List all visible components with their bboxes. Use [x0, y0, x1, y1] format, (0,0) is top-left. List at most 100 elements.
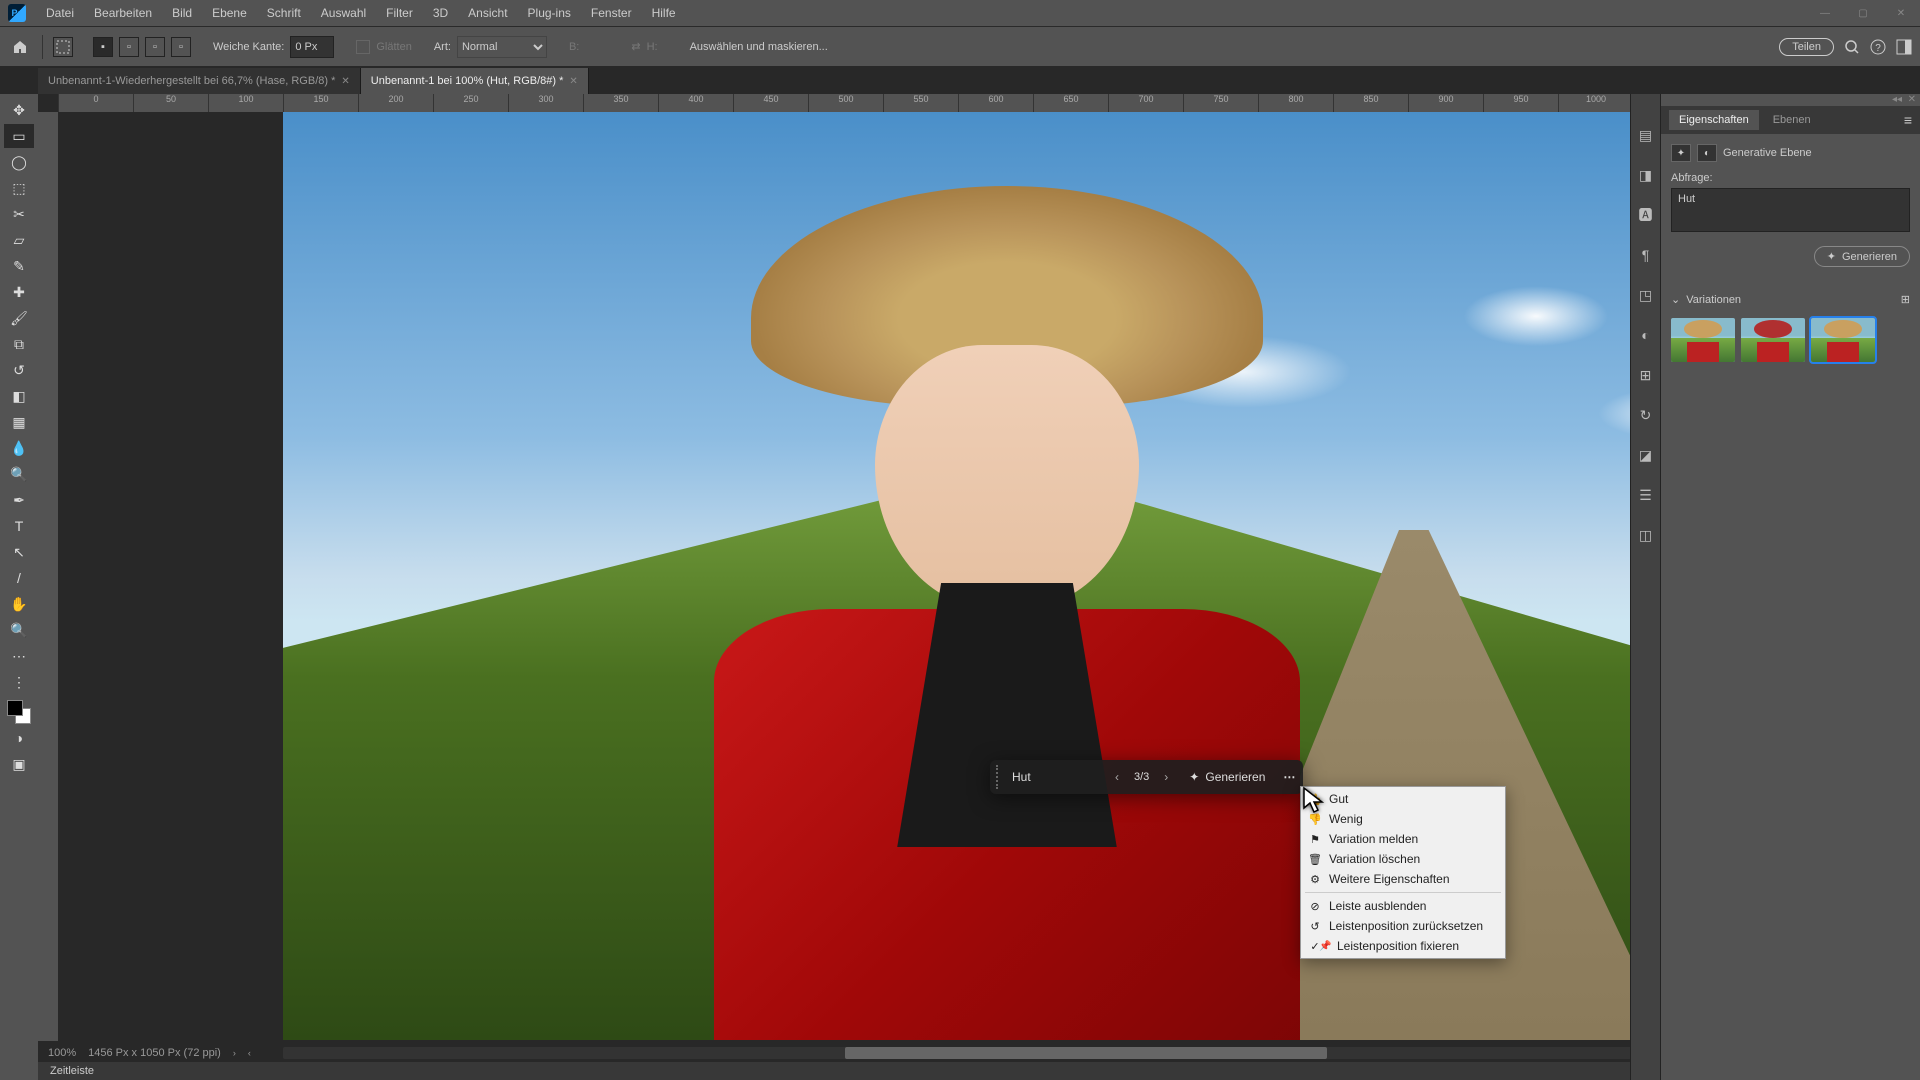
- ctx-wenig[interactable]: 👎Wenig: [1301, 809, 1505, 829]
- dodge-tool[interactable]: 🔍: [4, 462, 34, 486]
- menu-3d[interactable]: 3D: [423, 6, 458, 20]
- history-brush-tool[interactable]: ↺: [4, 358, 34, 382]
- menu-ebene[interactable]: Ebene: [202, 6, 257, 20]
- menu-bild[interactable]: Bild: [162, 6, 202, 20]
- sel-mode-subtract[interactable]: ▫: [145, 37, 165, 57]
- dock-icon-8[interactable]: ↻: [1635, 404, 1657, 426]
- chevron-left-icon[interactable]: ‹: [248, 1048, 251, 1058]
- ctx-variation-melden[interactable]: ⚑Variation melden: [1301, 829, 1505, 849]
- more-tools[interactable]: ⋯: [4, 644, 34, 668]
- chevron-down-icon[interactable]: ⌄: [1671, 293, 1680, 306]
- chevron-right-icon[interactable]: ›: [233, 1048, 236, 1058]
- window-close[interactable]: ✕: [1882, 0, 1920, 26]
- zoom-tool[interactable]: 🔍: [4, 618, 34, 642]
- ctx-leiste-ausblenden[interactable]: ⊘Leiste ausblenden: [1301, 896, 1505, 916]
- variation-thumb-3[interactable]: [1811, 318, 1875, 362]
- blur-tool[interactable]: 💧: [4, 436, 34, 460]
- art-select[interactable]: Normal: [457, 36, 547, 58]
- menu-hilfe[interactable]: Hilfe: [642, 6, 686, 20]
- document-tab-2[interactable]: Unbenannt-1 bei 100% (Hut, RGB/8#) * ✕: [361, 68, 589, 94]
- generate-button-bar[interactable]: ✦ Generieren: [1179, 770, 1275, 784]
- crop-tool[interactable]: ✂: [4, 202, 34, 226]
- home-icon[interactable]: [8, 35, 32, 59]
- eraser-tool[interactable]: ◧: [4, 384, 34, 408]
- ctx-leistenposition-fixieren[interactable]: ✓📌Leistenposition fixieren: [1301, 936, 1505, 956]
- move-tool[interactable]: ✥: [4, 98, 34, 122]
- screen-mode[interactable]: ▣: [4, 752, 34, 776]
- eyedropper-tool[interactable]: ✎: [4, 254, 34, 278]
- ctx-gut[interactable]: 👍Gut: [1301, 789, 1505, 809]
- type-tool[interactable]: T: [4, 514, 34, 538]
- tab-close-icon[interactable]: ✕: [569, 76, 577, 87]
- shape-tool[interactable]: /: [4, 566, 34, 590]
- sel-mode-intersect[interactable]: ▫: [171, 37, 191, 57]
- doc-info[interactable]: 1456 Px x 1050 Px (72 ppi): [88, 1047, 221, 1059]
- document-tab-1[interactable]: Unbenannt-1-Wiederhergestellt bei 66,7% …: [38, 68, 361, 94]
- menu-filter[interactable]: Filter: [376, 6, 423, 20]
- dock-icon-1[interactable]: ▤: [1635, 124, 1657, 146]
- workspace-icon[interactable]: [1896, 39, 1912, 55]
- marquee-tool[interactable]: ▭: [4, 124, 34, 148]
- variation-thumb-2[interactable]: [1741, 318, 1805, 362]
- menu-fenster[interactable]: Fenster: [581, 6, 642, 20]
- pen-tool[interactable]: ✒: [4, 488, 34, 512]
- menu-auswahl[interactable]: Auswahl: [311, 6, 376, 20]
- lasso-tool[interactable]: ◯: [4, 150, 34, 174]
- healing-tool[interactable]: ✚: [4, 280, 34, 304]
- more-options-icon[interactable]: ⋯: [1275, 770, 1303, 784]
- dock-icon-3[interactable]: 🅰: [1635, 204, 1657, 226]
- next-variation-icon[interactable]: ›: [1153, 770, 1179, 784]
- sel-mode-add[interactable]: ▫: [119, 37, 139, 57]
- dock-icon-2[interactable]: ◨: [1635, 164, 1657, 186]
- prev-variation-icon[interactable]: ‹: [1104, 770, 1130, 784]
- collapse-panels-icon[interactable]: ◂◂: [1892, 94, 1902, 106]
- drag-handle-icon[interactable]: [996, 765, 1002, 789]
- ctx-weitere-eigenschaften[interactable]: ⚙Weitere Eigenschaften: [1301, 869, 1505, 889]
- color-swatches[interactable]: [7, 700, 31, 724]
- tab-ebenen[interactable]: Ebenen: [1763, 110, 1821, 130]
- menu-datei[interactable]: Datei: [36, 6, 84, 20]
- generate-button-panel[interactable]: ✦ Generieren: [1814, 246, 1910, 267]
- variation-thumb-1[interactable]: [1671, 318, 1735, 362]
- gradient-tool[interactable]: ▦: [4, 410, 34, 434]
- grid-view-icon[interactable]: ⊞: [1901, 293, 1910, 306]
- zoom-level[interactable]: 100%: [48, 1047, 76, 1059]
- select-and-mask-button[interactable]: Auswählen und maskieren...: [690, 41, 828, 53]
- menu-plugins[interactable]: Plug-ins: [518, 6, 581, 20]
- dock-icon-6[interactable]: ◐: [1635, 324, 1657, 346]
- frame-tool[interactable]: ▱: [4, 228, 34, 252]
- dock-icon-11[interactable]: ◫: [1635, 524, 1657, 546]
- genbar-prompt[interactable]: Hut: [1008, 770, 1104, 784]
- feather-input[interactable]: [290, 36, 334, 58]
- close-panel-icon[interactable]: ✕: [1908, 94, 1916, 106]
- tab-eigenschaften[interactable]: Eigenschaften: [1669, 110, 1759, 130]
- window-minimize[interactable]: —: [1806, 0, 1844, 26]
- menu-ansicht[interactable]: Ansicht: [458, 6, 517, 20]
- path-select-tool[interactable]: ↖: [4, 540, 34, 564]
- panel-menu-icon[interactable]: ≡: [1904, 112, 1912, 128]
- dock-icon-5[interactable]: ◳: [1635, 284, 1657, 306]
- antialias-checkbox[interactable]: [356, 40, 370, 54]
- object-select-tool[interactable]: ⬚: [4, 176, 34, 200]
- generative-fill-bar[interactable]: Hut ‹ 3/3 › ✦ Generieren ⋯: [990, 760, 1303, 794]
- stamp-tool[interactable]: ⧉: [4, 332, 34, 356]
- ctx-leistenposition-zuruecksetzen[interactable]: ↺Leistenposition zurücksetzen: [1301, 916, 1505, 936]
- menu-schrift[interactable]: Schrift: [257, 6, 311, 20]
- dock-icon-4[interactable]: ¶: [1635, 244, 1657, 266]
- brush-tool[interactable]: 🖌: [4, 306, 34, 330]
- dock-icon-10[interactable]: ☰: [1635, 484, 1657, 506]
- quick-mask[interactable]: ◑: [4, 726, 34, 750]
- help-icon[interactable]: ?: [1870, 39, 1886, 55]
- menu-bearbeiten[interactable]: Bearbeiten: [84, 6, 162, 20]
- prompt-textarea[interactable]: Hut: [1671, 188, 1910, 232]
- search-icon[interactable]: [1844, 39, 1860, 55]
- dock-icon-7[interactable]: ⊞: [1635, 364, 1657, 386]
- marquee-tool-icon[interactable]: [53, 37, 73, 57]
- share-button[interactable]: Teilen: [1779, 38, 1834, 56]
- edit-toolbar[interactable]: ⋮: [4, 670, 34, 694]
- window-maximize[interactable]: ▢: [1844, 0, 1882, 26]
- sel-mode-new[interactable]: ▪: [93, 37, 113, 57]
- tab-close-icon[interactable]: ✕: [341, 76, 349, 87]
- ctx-variation-loeschen[interactable]: 🗑Variation löschen: [1301, 849, 1505, 869]
- hand-tool[interactable]: ✋: [4, 592, 34, 616]
